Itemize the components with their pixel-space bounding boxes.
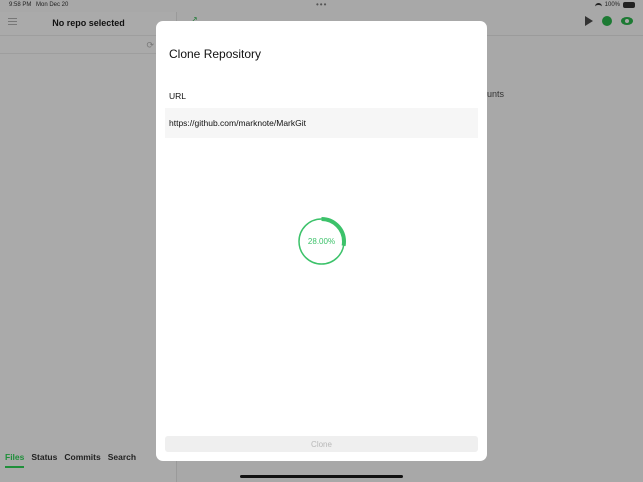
refresh-icon[interactable]: ⟳ xyxy=(146,40,154,51)
status-date: Mon Dec 20 xyxy=(36,2,69,8)
play-icon[interactable] xyxy=(585,16,593,26)
tab-files[interactable]: Files xyxy=(5,452,25,468)
status-bar: 9:58 PM Mon Dec 20 ••• 100% xyxy=(0,0,643,12)
tab-commits[interactable]: Commits xyxy=(64,452,100,468)
divider xyxy=(0,53,176,54)
wifi-icon xyxy=(594,2,602,8)
eye-icon[interactable] xyxy=(621,17,633,25)
url-input[interactable] xyxy=(165,108,478,138)
toolbar-actions xyxy=(585,16,633,26)
sidebar-title: No repo selected xyxy=(52,18,125,28)
sidebar: No repo selected ⟳ Files Status Commits … xyxy=(0,12,177,482)
multitasking-dots-icon[interactable]: ••• xyxy=(316,0,327,9)
home-indicator[interactable] xyxy=(240,475,403,478)
tab-search[interactable]: Search xyxy=(108,452,136,468)
battery-percent: 100% xyxy=(604,2,620,8)
status-right: 100% xyxy=(594,2,635,8)
background-text: unts xyxy=(487,89,505,99)
clone-button[interactable]: Clone xyxy=(165,436,478,452)
progress-label: 28.00% xyxy=(307,237,336,246)
dialog-title: Clone Repository xyxy=(169,47,262,61)
clone-repository-dialog: Clone Repository URL 28.00% Clone xyxy=(156,21,487,461)
sidebar-tab-bar: Files Status Commits Search xyxy=(0,452,136,468)
status-time: 9:58 PM xyxy=(9,2,32,8)
url-label: URL xyxy=(169,91,187,101)
divider xyxy=(0,35,176,36)
battery-icon xyxy=(623,2,635,8)
gear-icon[interactable] xyxy=(602,16,612,26)
tab-status[interactable]: Status xyxy=(31,452,57,468)
